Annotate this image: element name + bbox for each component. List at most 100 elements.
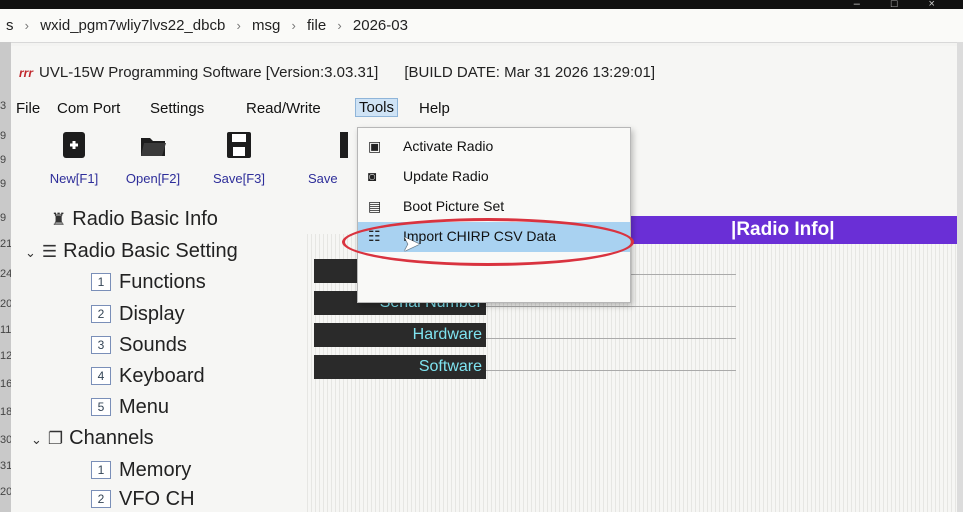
field-hardware: Hardware — [314, 323, 486, 347]
tree-radio-basic-setting[interactable]: ⌄ ☰ Radio Basic Setting — [25, 240, 238, 263]
build-date: [BUILD DATE: Mar 31 2026 13:29:01] — [404, 64, 656, 81]
gutter-number: 20 — [0, 298, 13, 310]
open-button[interactable]: Open[F2] — [123, 130, 183, 186]
tree-radio-basic-info[interactable]: ♜ Radio Basic Info — [51, 208, 218, 231]
tree-label: Memory — [119, 459, 192, 481]
gutter-number: 9 — [0, 130, 7, 142]
tree-label: VFO CH — [119, 488, 195, 510]
tree-label: Menu — [119, 396, 170, 418]
field-hardware-line — [486, 338, 736, 339]
window-title: rrr UVL-15W Programming Software [Version… — [19, 64, 655, 81]
menu-com-port[interactable]: Com Port — [57, 100, 120, 117]
new-icon — [44, 130, 104, 167]
app-window: rrr UVL-15W Programming Software [Version… — [11, 46, 957, 512]
window-controls[interactable]: – □ × — [854, 0, 949, 10]
picture-icon: ▤ — [368, 198, 382, 214]
chevron-right-icon: › — [337, 18, 342, 33]
activate-icon: ▣ — [368, 138, 382, 154]
number-icon: 2 — [91, 490, 111, 508]
gutter-number: 9 — [0, 212, 7, 224]
right-edge — [957, 42, 963, 512]
tree-label: Radio Basic Setting — [63, 240, 238, 262]
mouse-cursor-icon: ➤ — [402, 231, 421, 256]
open-label: Open[F2] — [125, 171, 181, 186]
gutter-number: 30 — [0, 434, 13, 446]
menu-item-label: Update Radio — [403, 168, 489, 184]
menu-item-update-radio[interactable]: ◙ Update Radio — [358, 162, 630, 192]
save-as-label: Save — [308, 171, 338, 186]
field-software-line — [486, 370, 736, 371]
gutter-number: 12 — [0, 350, 13, 362]
new-button[interactable]: New[F1] — [44, 130, 104, 186]
field-serial-line — [486, 306, 736, 307]
tree-label: Display — [119, 303, 185, 325]
chevron-right-icon: › — [291, 18, 296, 33]
new-label: New[F1] — [49, 171, 99, 186]
menu-item-activate-radio[interactable]: ▣ Activate Radio — [358, 132, 630, 162]
gutter-number: 11 — [0, 324, 12, 336]
tools-dropdown-menu: ▣ Activate Radio ◙ Update Radio ▤ Boot P… — [357, 127, 631, 303]
tree-sounds[interactable]: 3 Sounds — [91, 334, 187, 357]
channels-icon: ❐ — [47, 429, 64, 448]
open-folder-icon — [123, 130, 183, 167]
chevron-right-icon: › — [24, 18, 30, 33]
save-as-button[interactable]: Save — [308, 130, 348, 186]
tree-functions[interactable]: 1 Functions — [91, 271, 206, 294]
title-text: UVL-15W Programming Software [Version:3.… — [39, 64, 379, 81]
menu-file[interactable]: File — [16, 100, 40, 117]
gutter-number: 9 — [0, 154, 7, 166]
tree-keyboard[interactable]: 4 Keyboard — [91, 365, 205, 388]
breadcrumb-prefix: s — [6, 17, 14, 34]
gutter-number: 31 — [0, 460, 13, 472]
chip-icon: ◙ — [368, 168, 377, 184]
tree-memory[interactable]: 1 Memory — [91, 459, 191, 482]
gutter-number: 21 — [0, 238, 13, 250]
tree-label: Radio Basic Info — [72, 208, 218, 230]
menu-settings[interactable]: Settings — [150, 100, 204, 117]
number-icon: 1 — [91, 461, 111, 479]
breadcrumb: s › wxid_pgm7wliy7lvs22_dbcb › msg › fil… — [6, 17, 408, 34]
number-icon: 4 — [91, 367, 111, 385]
breadcrumb-item[interactable]: 2026-03 — [353, 17, 408, 34]
number-icon: 5 — [91, 398, 111, 416]
tree-label: Channels — [69, 427, 154, 449]
gutter-number: 24 — [0, 268, 13, 280]
number-icon: 2 — [91, 305, 111, 323]
tree-label: Functions — [119, 271, 206, 293]
top-black-bar: – □ × — [0, 0, 963, 10]
gutter-number: 20 — [0, 486, 13, 498]
app-logo: rrr — [19, 66, 34, 80]
gutter-number: 16 — [0, 378, 13, 390]
save-icon — [209, 130, 269, 167]
save-as-icon — [308, 130, 348, 167]
gutter-number: 3 — [0, 100, 7, 112]
tree-label: Sounds — [119, 334, 187, 356]
tree-display[interactable]: 2 Display — [91, 303, 185, 326]
sliders-icon: ☰ — [41, 242, 58, 261]
chevron-right-icon: › — [236, 18, 241, 33]
tree-channels[interactable]: ⌄ ❐ Channels — [31, 427, 154, 450]
number-icon: 3 — [91, 336, 111, 354]
breadcrumb-item[interactable]: file — [307, 17, 326, 34]
red-annotation-ellipse — [342, 218, 634, 266]
menu-item-label: Boot Picture Set — [403, 198, 505, 214]
menu-tools[interactable]: Tools — [355, 98, 399, 117]
menu-help[interactable]: Help — [419, 100, 450, 117]
gutter-number: 9 — [0, 178, 7, 190]
chevron-down-icon[interactable]: ⌄ — [25, 245, 36, 260]
tree-vfo-ch[interactable]: 2 VFO CH — [91, 488, 195, 511]
menu-read-write[interactable]: Read/Write — [246, 100, 321, 117]
radio-info-title: |Radio Info| — [731, 219, 835, 240]
gutter-number: 18 — [0, 406, 13, 418]
menu-item-label: Activate Radio — [403, 138, 494, 154]
explorer-address-bar[interactable]: s › wxid_pgm7wliy7lvs22_dbcb › msg › fil… — [0, 9, 963, 43]
chevron-down-icon[interactable]: ⌄ — [31, 432, 42, 447]
tree-label: Keyboard — [119, 365, 205, 387]
breadcrumb-item[interactable]: wxid_pgm7wliy7lvs22_dbcb — [40, 17, 225, 34]
field-software: Software — [314, 355, 486, 379]
breadcrumb-item[interactable]: msg — [252, 17, 280, 34]
save-button[interactable]: Save[F3] — [209, 130, 269, 186]
left-gutter: 3 9 9 9 9 21 24 20 11 12 16 18 30 31 20 — [0, 42, 13, 512]
radio-icon: ♜ — [51, 210, 67, 229]
tree-menu[interactable]: 5 Menu — [91, 396, 169, 419]
